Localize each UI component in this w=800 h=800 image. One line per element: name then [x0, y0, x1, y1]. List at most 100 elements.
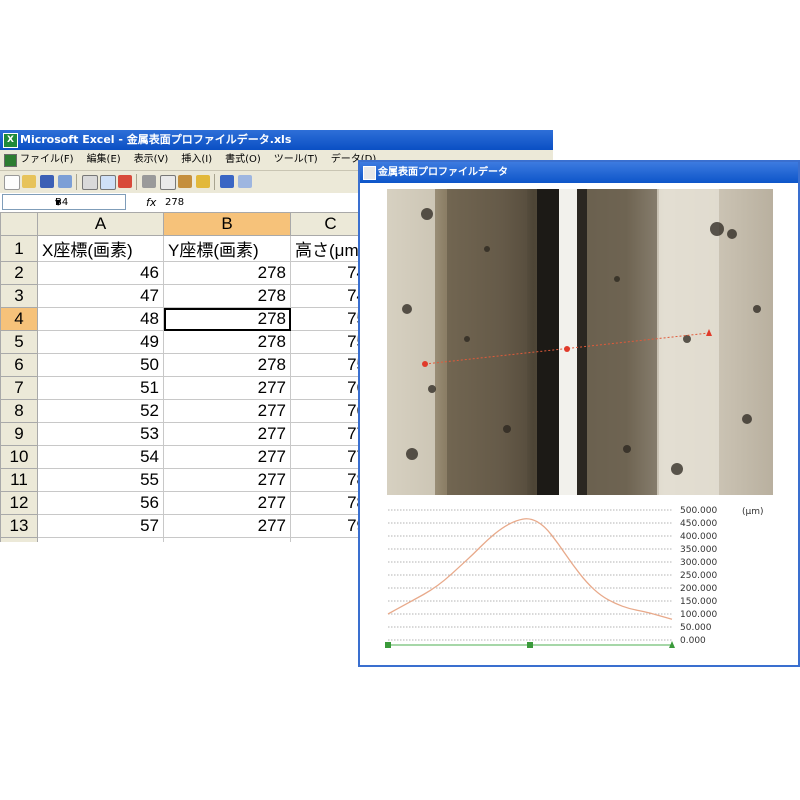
- undo-icon[interactable]: [220, 175, 234, 188]
- cell-b[interactable]: 278: [163, 284, 291, 308]
- baseline-mid-marker[interactable]: [527, 642, 533, 648]
- fx-icon[interactable]: fx: [146, 193, 156, 212]
- row-header[interactable]: 6: [0, 353, 38, 377]
- cell-b[interactable]: 278: [163, 261, 291, 285]
- menu-format[interactable]: 書式(O): [225, 150, 261, 170]
- table-row: 12 56 277 78: [0, 491, 371, 515]
- y-tick-label: 50.000: [680, 623, 712, 633]
- row-header[interactable]: 2: [0, 261, 38, 285]
- excel-title-bar: X Microsoft Excel - 金属表面プロファイルデータ.xls: [0, 130, 553, 150]
- select-all-corner[interactable]: [0, 212, 38, 236]
- y-tick-label: 300.000: [680, 558, 717, 568]
- column-header-b[interactable]: B: [163, 212, 291, 236]
- chevron-down-icon[interactable]: ▼: [55, 193, 122, 212]
- new-icon[interactable]: [4, 175, 20, 190]
- unit-label: (μm): [742, 507, 764, 517]
- y-tick-label: 250.000: [680, 571, 717, 581]
- print-preview-icon[interactable]: [100, 175, 116, 190]
- cell-a[interactable]: 52: [37, 399, 164, 423]
- groove-bright: [559, 189, 577, 495]
- row-header[interactable]: 11: [0, 468, 38, 492]
- cell-a[interactable]: 51: [37, 376, 164, 400]
- cell-a[interactable]: 50: [37, 353, 164, 377]
- baseline-start-marker[interactable]: [385, 642, 391, 648]
- row-header[interactable]: 5: [0, 330, 38, 354]
- name-box[interactable]: B4 ▼: [2, 194, 126, 210]
- worksheet-grid: A B C 1 X座標(画素) Y座標(画素) 高さ(μm 2 46 278 74 3 4…: [0, 212, 371, 542]
- y-tick-label: 0.000: [680, 636, 706, 646]
- menu-view[interactable]: 表示(V): [134, 150, 169, 170]
- row-header[interactable]: 13: [0, 514, 38, 538]
- table-row: 8 52 277 76: [0, 399, 371, 423]
- cell-b[interactable]: 278: [163, 353, 291, 377]
- row-header[interactable]: 1: [0, 235, 38, 262]
- cell-a[interactable]: 49: [37, 330, 164, 354]
- cell-a[interactable]: 54: [37, 445, 164, 469]
- save-icon[interactable]: [40, 175, 54, 188]
- menu-edit[interactable]: 編集(E): [87, 150, 121, 170]
- row-header[interactable]: 3: [0, 284, 38, 308]
- cell-b[interactable]: 277: [163, 468, 291, 492]
- row-header[interactable]: 12: [0, 491, 38, 515]
- row-header[interactable]: 10: [0, 445, 38, 469]
- table-row: 145827779: [0, 537, 371, 542]
- print-icon[interactable]: [82, 175, 98, 190]
- cell-b[interactable]: 277: [163, 399, 291, 423]
- open-icon[interactable]: [22, 175, 36, 188]
- cell-b[interactable]: 277: [163, 376, 291, 400]
- workbook-icon[interactable]: [4, 154, 17, 167]
- table-row: 1 X座標(画素) Y座標(画素) 高さ(μm: [0, 235, 371, 262]
- scan-mid-marker[interactable]: [564, 346, 570, 352]
- window-icon: [363, 166, 376, 180]
- spelling-icon[interactable]: [118, 175, 132, 188]
- cell-a[interactable]: 48: [37, 307, 164, 331]
- permission-icon[interactable]: [58, 175, 72, 188]
- row-header[interactable]: 14: [0, 537, 38, 542]
- cell-b[interactable]: 277: [163, 422, 291, 446]
- right-dark-band: [587, 189, 657, 495]
- table-row: 5 49 278 75: [0, 330, 371, 354]
- paste-icon[interactable]: [178, 175, 192, 188]
- y-tick-label: 450.000: [680, 519, 717, 529]
- surface-micrograph[interactable]: [387, 189, 773, 495]
- column-header-row: A B C: [0, 212, 371, 236]
- menu-tools[interactable]: ツール(T): [274, 150, 318, 170]
- groove-edge: [577, 189, 587, 495]
- y-tick-label: 500.000: [680, 506, 717, 516]
- cell-b1[interactable]: Y座標(画素): [163, 235, 291, 262]
- cell-a[interactable]: 47: [37, 284, 164, 308]
- formula-input[interactable]: 278: [165, 193, 184, 212]
- table-row: 6 50 278 75: [0, 353, 371, 377]
- format-painter-icon[interactable]: [196, 175, 210, 188]
- menu-insert[interactable]: 挿入(I): [181, 150, 212, 170]
- cell-b[interactable]: 277: [163, 491, 291, 515]
- row-header[interactable]: 9: [0, 422, 38, 446]
- row-header[interactable]: 4: [0, 307, 38, 331]
- row-header[interactable]: 8: [0, 399, 38, 423]
- row-header[interactable]: 7: [0, 376, 38, 400]
- cell-a[interactable]: 58: [37, 537, 164, 542]
- cell-a1[interactable]: X座標(画素): [37, 235, 164, 262]
- table-row: 11 55 277 78: [0, 468, 371, 492]
- table-row: 3 47 278 74: [0, 284, 371, 308]
- column-header-a[interactable]: A: [37, 212, 164, 236]
- redo-icon[interactable]: [238, 175, 252, 188]
- table-row: 10 54 277 77: [0, 445, 371, 469]
- cell-b[interactable]: 278: [163, 330, 291, 354]
- profile-curve: [387, 518, 673, 620]
- cell-a[interactable]: 53: [37, 422, 164, 446]
- cell-a[interactable]: 56: [37, 491, 164, 515]
- cell-b[interactable]: 277: [163, 537, 291, 542]
- scan-start-marker[interactable]: [422, 361, 428, 367]
- cell-b[interactable]: 277: [163, 514, 291, 538]
- cell-a[interactable]: 55: [37, 468, 164, 492]
- cell-a[interactable]: 57: [37, 514, 164, 538]
- cell-b[interactable]: 278: [163, 307, 291, 331]
- menu-file[interactable]: ファイル(F): [20, 150, 74, 170]
- plot-gridlines: [388, 509, 672, 641]
- cut-icon[interactable]: [142, 175, 156, 188]
- table-row: 7 51 277 76: [0, 376, 371, 400]
- cell-a[interactable]: 46: [37, 261, 164, 285]
- cell-b[interactable]: 277: [163, 445, 291, 469]
- copy-icon[interactable]: [160, 175, 176, 190]
